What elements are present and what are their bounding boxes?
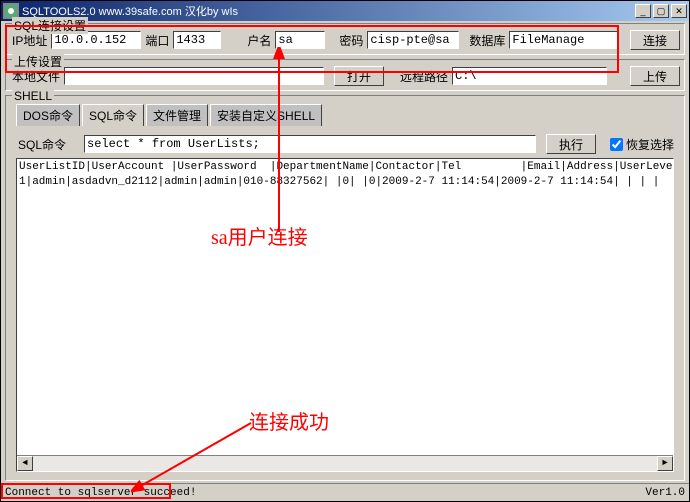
- upload-legend: 上传设置: [12, 53, 64, 70]
- connection-fieldset: SQL连接设置 IP地址 端口 户名 密码 数据库 连接: [5, 23, 685, 55]
- port-input[interactable]: [173, 31, 221, 49]
- pass-input[interactable]: [367, 31, 459, 49]
- scroll-right-arrow[interactable]: ►: [657, 456, 673, 471]
- app-window: SQLTOOLS2.0 www.39safe.com 汉化by wIs _ ▢ …: [0, 0, 690, 502]
- db-input[interactable]: [509, 31, 619, 49]
- tab-file[interactable]: 文件管理: [146, 104, 208, 126]
- output-row: 1|admin|asdadvn_d2112|admin|admin|010-88…: [17, 174, 673, 191]
- connect-button[interactable]: 连接: [630, 30, 680, 50]
- restore-checkbox-label: 恢复选择: [626, 136, 674, 153]
- local-file-input[interactable]: [64, 67, 324, 85]
- window-controls: _ ▢ ✕: [635, 4, 687, 18]
- restore-checkbox-input[interactable]: [610, 138, 623, 151]
- shell-fieldset: SHELL DOS命令 SQL命令 文件管理 安装自定义SHELL SQL命令 …: [5, 95, 685, 481]
- pass-label: 密码: [337, 32, 365, 49]
- upload-fieldset: 上传设置 本地文件 打开 远程路径 上传: [5, 59, 685, 91]
- sql-cmd-label: SQL命令: [16, 136, 68, 153]
- upload-button[interactable]: 上传: [630, 66, 680, 86]
- close-button[interactable]: ✕: [671, 4, 687, 18]
- exec-button[interactable]: 执行: [546, 134, 596, 154]
- tab-sql[interactable]: SQL命令: [82, 104, 144, 126]
- user-input[interactable]: [275, 31, 325, 49]
- remote-path-input[interactable]: [452, 67, 607, 85]
- user-label: 户名: [245, 32, 273, 49]
- sql-cmd-input[interactable]: [84, 135, 536, 153]
- status-bar: Connect to sqlserver succeed! Ver1.0: [1, 483, 689, 501]
- local-file-label: 本地文件: [10, 68, 62, 85]
- status-message: Connect to sqlserver succeed!: [5, 487, 645, 499]
- db-label: 数据库: [467, 32, 507, 49]
- ip-label: IP地址: [10, 32, 49, 49]
- minimize-button[interactable]: _: [635, 4, 651, 18]
- h-scrollbar[interactable]: ◄ ►: [17, 455, 673, 471]
- output-header: UserListID|UserAccount |UserPassword |De…: [17, 159, 673, 176]
- port-label: 端口: [143, 32, 171, 49]
- shell-legend: SHELL: [12, 89, 54, 103]
- shell-tabs: DOS命令 SQL命令 文件管理 安装自定义SHELL: [16, 104, 674, 126]
- output-area: UserListID|UserAccount |UserPassword |De…: [16, 158, 674, 472]
- scroll-track[interactable]: [33, 456, 657, 471]
- connection-legend: SQL连接设置: [12, 17, 88, 34]
- window-title: SQLTOOLS2.0 www.39safe.com 汉化by wIs: [22, 3, 635, 19]
- titlebar: SQLTOOLS2.0 www.39safe.com 汉化by wIs _ ▢ …: [1, 1, 689, 21]
- maximize-button[interactable]: ▢: [653, 4, 669, 18]
- status-version: Ver1.0: [645, 487, 685, 499]
- tab-install-shell[interactable]: 安装自定义SHELL: [210, 104, 322, 126]
- tab-dos[interactable]: DOS命令: [16, 104, 80, 126]
- open-button[interactable]: 打开: [334, 66, 384, 86]
- restore-checkbox[interactable]: 恢复选择: [610, 136, 674, 153]
- scroll-left-arrow[interactable]: ◄: [17, 456, 33, 471]
- remote-path-label: 远程路径: [398, 68, 450, 85]
